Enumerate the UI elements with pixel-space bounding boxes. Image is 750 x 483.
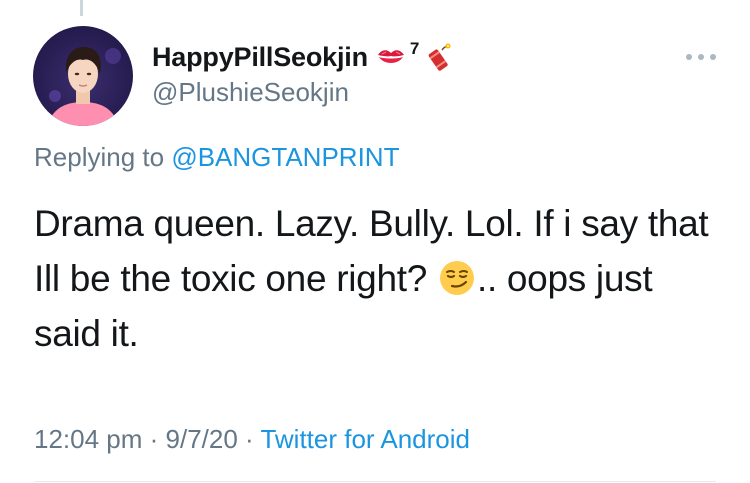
display-name-row: HappyPillSeokjin 7 xyxy=(152,39,453,75)
meta-separator: · xyxy=(237,424,261,454)
tweet-source-link[interactable]: Twitter for Android xyxy=(260,424,470,454)
replying-prefix: Replying to xyxy=(34,142,172,172)
avatar[interactable] xyxy=(33,26,133,126)
tweet-text: Drama queen. Lazy. Bully. Lol. If i say … xyxy=(34,196,724,361)
kiss-mark-icon xyxy=(377,50,404,63)
user-handle[interactable]: @PlushieSeokjin xyxy=(152,77,453,108)
tweet: HappyPillSeokjin 7 @PlushieSeokjin Reply… xyxy=(0,0,750,483)
tweet-author: HappyPillSeokjin 7 @PlushieSeokjin xyxy=(152,39,453,108)
thread-connector-line xyxy=(80,0,83,16)
more-options-icon[interactable] xyxy=(686,52,716,62)
display-name[interactable]: HappyPillSeokjin xyxy=(152,42,368,73)
meta-separator: · xyxy=(142,424,166,454)
tweet-date[interactable]: 9/7/20 xyxy=(166,424,238,454)
name-superscript: 7 xyxy=(409,39,420,58)
tweet-time[interactable]: 12:04 pm xyxy=(34,424,142,454)
firecracker-icon xyxy=(429,43,451,71)
replying-to: Replying to @BANGTANPRINT xyxy=(34,142,399,173)
divider xyxy=(34,481,716,482)
smirking-face-icon xyxy=(439,261,474,295)
replying-mention-link[interactable]: @BANGTANPRINT xyxy=(171,142,399,172)
avatar-image xyxy=(47,46,121,126)
tweet-metadata: 12:04 pm · 9/7/20 · Twitter for Android xyxy=(34,424,470,455)
